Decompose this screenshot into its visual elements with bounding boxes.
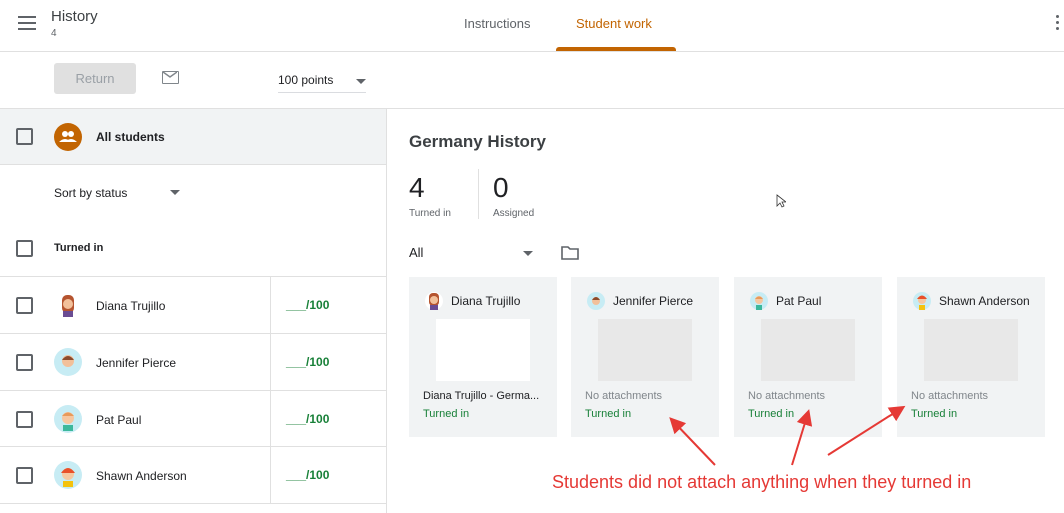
arrow	[791, 409, 813, 466]
annotation-text: Students did not attach anything when th…	[552, 472, 972, 492]
arrow	[827, 405, 906, 456]
annotation-arrows	[669, 405, 906, 466]
arrow	[669, 417, 716, 466]
